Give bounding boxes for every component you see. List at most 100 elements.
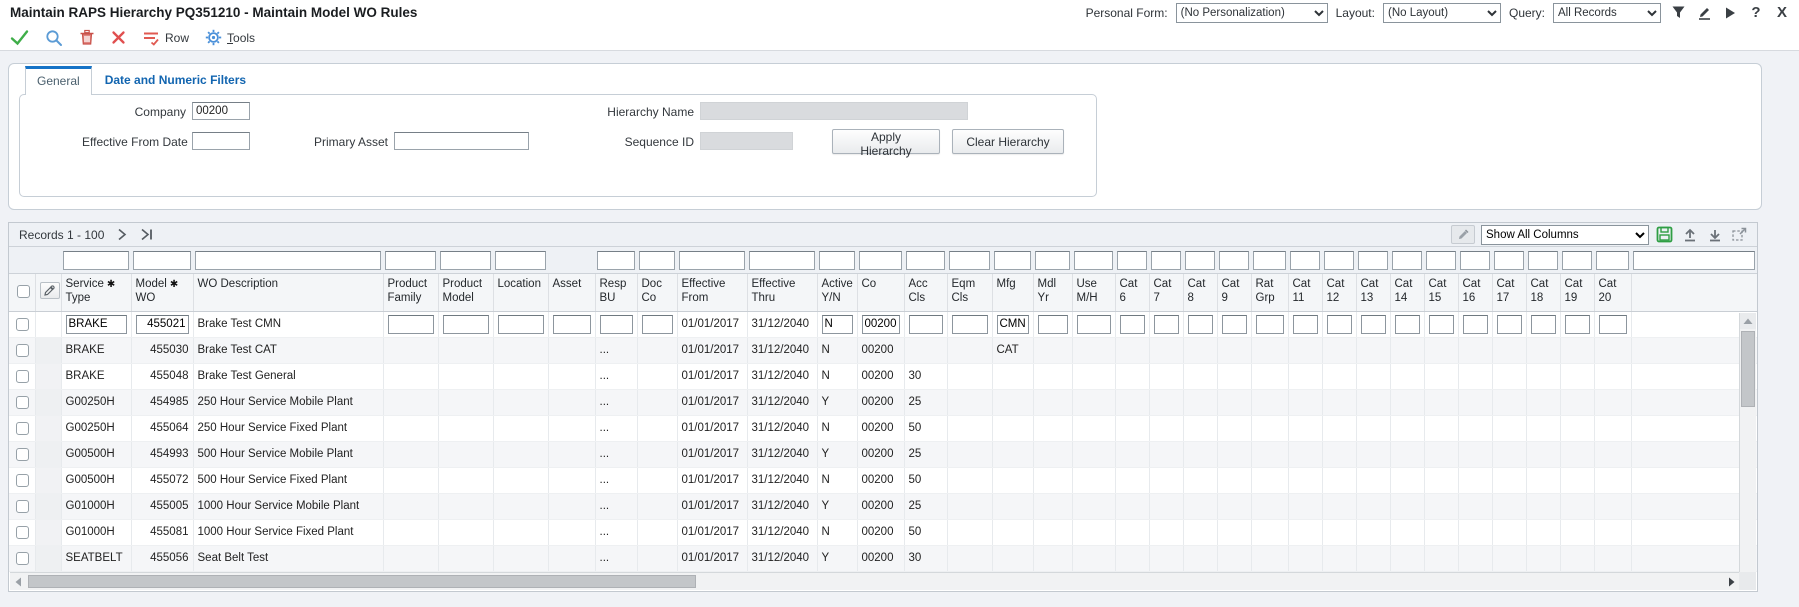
row-checkbox[interactable] — [16, 526, 29, 539]
column-header-cat6[interactable]: Cat6 — [1115, 273, 1149, 311]
scroll-left-icon[interactable] — [10, 573, 26, 590]
row-checkbox[interactable] — [16, 422, 29, 435]
last-page-icon[interactable] — [140, 228, 154, 241]
qbe-input-cat16[interactable] — [1460, 251, 1490, 270]
column-header-mdl_yr[interactable]: MdlYr — [1033, 273, 1072, 311]
cell-input-cat17[interactable] — [1497, 315, 1522, 334]
qbe-input-cat20[interactable] — [1596, 251, 1629, 270]
primary-asset-field[interactable] — [394, 132, 529, 150]
column-header-product_family[interactable]: ProductFamily — [383, 273, 438, 311]
company-field[interactable] — [192, 102, 250, 120]
column-header-wo_desc[interactable]: WO Description — [193, 273, 383, 311]
row-checkbox[interactable] — [16, 344, 29, 357]
next-page-icon[interactable] — [116, 228, 128, 241]
run-query-icon[interactable] — [1721, 4, 1739, 22]
edit-query-icon[interactable] — [1695, 4, 1713, 22]
cell-input-cat20[interactable] — [1599, 315, 1627, 334]
qbe-input-cat12[interactable] — [1324, 251, 1354, 270]
cell-input-cat19[interactable] — [1565, 315, 1590, 334]
qbe-input-cat15[interactable] — [1426, 251, 1456, 270]
personal-form-select[interactable]: (No Personalization) — [1176, 3, 1328, 23]
cell-input-cat13[interactable] — [1361, 315, 1386, 334]
column-header-cat20[interactable]: Cat20 — [1594, 273, 1631, 311]
horizontal-scrollbar-thumb[interactable] — [28, 575, 696, 588]
qbe-input-model_wo[interactable] — [133, 251, 191, 270]
column-header-cat14[interactable]: Cat14 — [1390, 273, 1424, 311]
column-header-doc_co[interactable]: DocCo — [637, 273, 677, 311]
column-header-co[interactable]: Co — [857, 273, 904, 311]
export-grid-icon[interactable] — [1655, 225, 1674, 244]
column-header-cat8[interactable]: Cat8 — [1183, 273, 1217, 311]
column-header-product_model[interactable]: ProductModel — [438, 273, 493, 311]
qbe-input-product_family[interactable] — [385, 251, 436, 270]
qbe-input-cat6[interactable] — [1117, 251, 1147, 270]
cell-input-doc_co[interactable] — [642, 315, 673, 334]
qbe-input-acc_cls[interactable] — [906, 251, 945, 270]
column-header-cat16[interactable]: Cat16 — [1458, 273, 1492, 311]
qbe-input-resp_bu[interactable] — [597, 251, 635, 270]
qbe-input-product_model[interactable] — [440, 251, 491, 270]
cell-input-mdl_yr[interactable] — [1038, 315, 1068, 334]
cell-input-service_type[interactable] — [66, 315, 127, 334]
clear-hierarchy-button[interactable]: Clear Hierarchy — [952, 129, 1064, 154]
qbe-input-location[interactable] — [495, 251, 546, 270]
column-header-service_type[interactable]: Service✱Type — [61, 273, 131, 311]
column-header-acc_cls[interactable]: AccCls — [904, 273, 947, 311]
column-header-location[interactable]: Location — [493, 273, 548, 311]
column-header-filler[interactable] — [1631, 273, 1757, 311]
close-app-icon[interactable]: X — [1773, 4, 1791, 22]
expand-grid-icon[interactable] — [1730, 225, 1749, 244]
cell-input-cat14[interactable] — [1395, 315, 1420, 334]
show-columns-select[interactable]: Show All Columns — [1481, 225, 1649, 245]
row-checkbox[interactable] — [16, 474, 29, 487]
column-header-cat17[interactable]: Cat17 — [1492, 273, 1526, 311]
column-header-cat19[interactable]: Cat19 — [1560, 273, 1594, 311]
vertical-scrollbar-thumb[interactable] — [1741, 331, 1755, 407]
qbe-input-cat8[interactable] — [1185, 251, 1215, 270]
find-button[interactable] — [45, 29, 63, 47]
column-header-eqm_cls[interactable]: EqmCls — [947, 273, 992, 311]
cell-input-asset[interactable] — [553, 315, 591, 334]
cancel-button[interactable] — [111, 30, 126, 45]
column-header-eff_from[interactable]: EffectiveFrom — [677, 273, 747, 311]
filter-icon[interactable] — [1669, 4, 1687, 22]
vertical-scrollbar[interactable] — [1739, 313, 1756, 572]
cell-input-acc_cls[interactable] — [909, 315, 943, 334]
help-icon[interactable]: ? — [1747, 4, 1765, 22]
cell-input-co[interactable] — [862, 315, 900, 334]
cell-input-cat18[interactable] — [1531, 315, 1556, 334]
cell-input-model_wo[interactable] — [136, 315, 189, 334]
qbe-input-co[interactable] — [859, 251, 902, 270]
qbe-input-cat7[interactable] — [1151, 251, 1181, 270]
column-header-resp_bu[interactable]: RespBU — [595, 273, 637, 311]
cell-input-resp_bu[interactable] — [600, 315, 633, 334]
column-header-eff_thru[interactable]: EffectiveThru — [747, 273, 817, 311]
qbe-input-mdl_yr[interactable] — [1035, 251, 1070, 270]
row-menu[interactable]: Row — [142, 30, 189, 46]
horizontal-scrollbar[interactable] — [10, 572, 1739, 590]
qbe-input-cat14[interactable] — [1392, 251, 1422, 270]
column-header-model_wo[interactable]: Model✱WO — [131, 273, 193, 311]
cell-input-product_family[interactable] — [388, 315, 434, 334]
tab-date-numeric-filters[interactable]: Date and Numeric Filters — [92, 65, 259, 94]
cell-input-rat_grp[interactable] — [1256, 315, 1284, 334]
qbe-input-cat17[interactable] — [1494, 251, 1524, 270]
qbe-input-cat19[interactable] — [1562, 251, 1592, 270]
row-checkbox[interactable] — [16, 448, 29, 461]
cell-input-active_yn[interactable] — [822, 315, 853, 334]
cell-input-eqm_cls[interactable] — [952, 315, 988, 334]
cell-input-product_model[interactable] — [443, 315, 489, 334]
cell-input-cat8[interactable] — [1188, 315, 1213, 334]
cell-input-location[interactable] — [498, 315, 544, 334]
column-header-active_yn[interactable]: ActiveY/N — [817, 273, 857, 311]
cell-input-cat11[interactable] — [1293, 315, 1318, 334]
qbe-input-eff_from[interactable] — [679, 251, 745, 270]
column-header-mfg[interactable]: Mfg — [992, 273, 1033, 311]
import-grid-icon[interactable] — [1680, 225, 1699, 244]
cell-input-cat16[interactable] — [1463, 315, 1488, 334]
select-all-checkbox[interactable] — [17, 285, 30, 298]
cell-input-cat12[interactable] — [1327, 315, 1352, 334]
qbe-input-service_type[interactable] — [63, 251, 129, 270]
scroll-right-icon[interactable] — [1723, 573, 1739, 590]
qbe-input-active_yn[interactable] — [819, 251, 855, 270]
